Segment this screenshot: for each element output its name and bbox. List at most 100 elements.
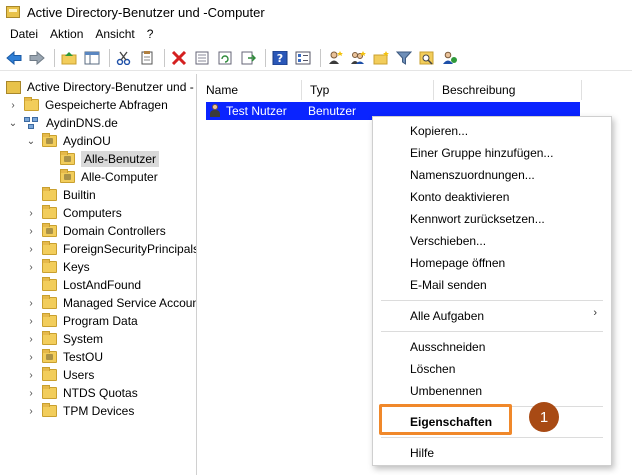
column-header-description[interactable]: Beschreibung (434, 80, 582, 100)
refresh-icon[interactable] (215, 48, 235, 68)
toolbar: ? (0, 45, 632, 71)
create-ou-icon[interactable] (371, 48, 391, 68)
chevron-right-icon[interactable]: › (26, 226, 36, 237)
chevron-right-icon[interactable]: › (26, 298, 36, 309)
tree-label: Gespeicherte Abfragen (45, 98, 168, 112)
column-header-name[interactable]: Name (198, 80, 302, 100)
tree-item-computers[interactable]: › Computers (26, 204, 122, 222)
menu-item-cut[interactable]: Ausschneiden (410, 340, 485, 354)
tree-label: Users (63, 368, 95, 382)
chevron-right-icon[interactable]: › (26, 316, 36, 327)
menu-datei[interactable]: Datei (4, 27, 44, 41)
chevron-down-icon[interactable]: ⌄ (26, 136, 36, 147)
tree-item-program-data[interactable]: › Program Data (26, 312, 138, 330)
toolbar-separator (265, 48, 266, 67)
add-to-group-icon[interactable] (440, 48, 460, 68)
folder-icon (42, 367, 57, 381)
menu-item-kopieren[interactable]: Kopieren... (410, 124, 468, 138)
tree-item-system[interactable]: › System (26, 330, 103, 348)
properties-icon[interactable] (192, 48, 212, 68)
help-icon[interactable]: ? (270, 48, 290, 68)
folder-icon (42, 403, 57, 417)
tree-item-saved-queries[interactable]: › Gespeicherte Abfragen (8, 96, 168, 114)
folder-icon (42, 241, 57, 255)
menu-bar: Datei Aktion Ansicht ? (0, 24, 632, 44)
tree-item-aydinou[interactable]: ⌄ AydinOU (26, 132, 111, 150)
menu-help[interactable]: ? (141, 27, 160, 41)
menu-item-rename[interactable]: Umbenennen (410, 384, 482, 398)
chevron-right-icon[interactable]: › (26, 208, 36, 219)
menu-item-delete[interactable]: Löschen (410, 362, 455, 376)
folder-icon (42, 277, 57, 291)
column-header-type[interactable]: Typ (302, 80, 434, 100)
chevron-right-icon[interactable]: › (26, 334, 36, 345)
ou-folder-icon (42, 223, 57, 237)
tree-root[interactable]: Active Directory-Benutzer und - (6, 78, 194, 96)
folder-icon (42, 259, 57, 273)
copy-icon[interactable] (137, 48, 157, 68)
tree-item-domain-controllers[interactable]: › Domain Controllers (26, 222, 166, 240)
domain-icon (24, 116, 40, 130)
forward-arrow-icon[interactable] (27, 48, 47, 68)
tree-label: NTDS Quotas (63, 386, 138, 400)
tree-label: ForeignSecurityPrincipals (63, 242, 197, 256)
chevron-right-icon[interactable]: › (26, 244, 36, 255)
tree-label: TPM Devices (63, 404, 135, 418)
back-arrow-icon[interactable] (4, 48, 24, 68)
filter-icon[interactable] (394, 48, 414, 68)
tree-label: TestOU (63, 350, 104, 364)
create-user-icon[interactable] (325, 48, 345, 68)
menu-item-open-homepage[interactable]: Homepage öffnen (410, 256, 505, 270)
tree-label: AydinDNS.de (46, 116, 118, 130)
tree-item-testou[interactable]: › TestOU (26, 348, 103, 366)
cut-icon[interactable] (114, 48, 134, 68)
show-hide-tree-icon[interactable] (82, 48, 102, 68)
tree-item-managed-service-accounts[interactable]: › Managed Service Accounts (26, 294, 196, 312)
tree-label: Computers (63, 206, 122, 220)
tree-item-alle-computer[interactable]: Alle-Computer (60, 168, 158, 186)
menu-separator (381, 300, 603, 301)
menu-aktion[interactable]: Aktion (44, 27, 89, 41)
menu-ansicht[interactable]: Ansicht (89, 27, 140, 41)
details-icon[interactable] (293, 48, 313, 68)
chevron-right-icon[interactable]: › (26, 388, 36, 399)
tree-item-foreign-security-principals[interactable]: › ForeignSecurityPrincipals (26, 240, 197, 258)
folder-icon (42, 385, 57, 399)
tree-item-users[interactable]: › Users (26, 366, 94, 384)
tree-item-tpm-devices[interactable]: › TPM Devices (26, 402, 134, 420)
menu-item-name-mappings[interactable]: Namenszuordnungen... (410, 168, 535, 182)
menu-item-all-tasks[interactable]: Alle Aufgaben (410, 309, 484, 323)
chevron-right-icon[interactable]: › (8, 100, 18, 111)
tree-item-keys[interactable]: › Keys (26, 258, 90, 276)
svg-text:?: ? (277, 52, 283, 65)
chevron-right-icon[interactable]: › (26, 370, 36, 381)
menu-item-send-email[interactable]: E-Mail senden (410, 278, 487, 292)
chevron-right-icon[interactable]: › (26, 262, 36, 273)
cell-name: Test Nutzer (226, 104, 287, 118)
tree-item-lost-and-found[interactable]: LostAndFound (42, 276, 141, 294)
tree-label: Keys (63, 260, 90, 274)
tree-item-domain[interactable]: ⌄ AydinDNS.de (8, 114, 118, 132)
delete-icon[interactable] (169, 48, 189, 68)
menu-item-disable-account[interactable]: Konto deaktivieren (410, 190, 509, 204)
menu-item-move[interactable]: Verschieben... (410, 234, 486, 248)
chevron-right-icon: › (593, 307, 597, 319)
chevron-right-icon[interactable]: › (26, 406, 36, 417)
up-folder-icon[interactable] (59, 48, 79, 68)
folder-icon (42, 295, 57, 309)
export-list-icon[interactable] (238, 48, 258, 68)
menu-item-help[interactable]: Hilfe (410, 446, 434, 460)
tree-item-alle-benutzer[interactable]: Alle-Benutzer (60, 150, 160, 168)
menu-item-reset-password[interactable]: Kennwort zurücksetzen... (410, 212, 545, 226)
tree-label: Builtin (63, 188, 96, 202)
folder-icon (42, 313, 57, 327)
tree-item-ntds-quotas[interactable]: › NTDS Quotas (26, 384, 138, 402)
tree-item-builtin[interactable]: Builtin (42, 186, 96, 204)
ou-folder-icon (42, 349, 57, 363)
chevron-right-icon[interactable]: › (26, 352, 36, 363)
create-group-icon[interactable] (348, 48, 368, 68)
folder-icon (24, 97, 39, 111)
find-icon[interactable] (417, 48, 437, 68)
chevron-down-icon[interactable]: ⌄ (8, 118, 18, 129)
menu-item-add-to-group[interactable]: Einer Gruppe hinzufügen... (410, 146, 553, 160)
